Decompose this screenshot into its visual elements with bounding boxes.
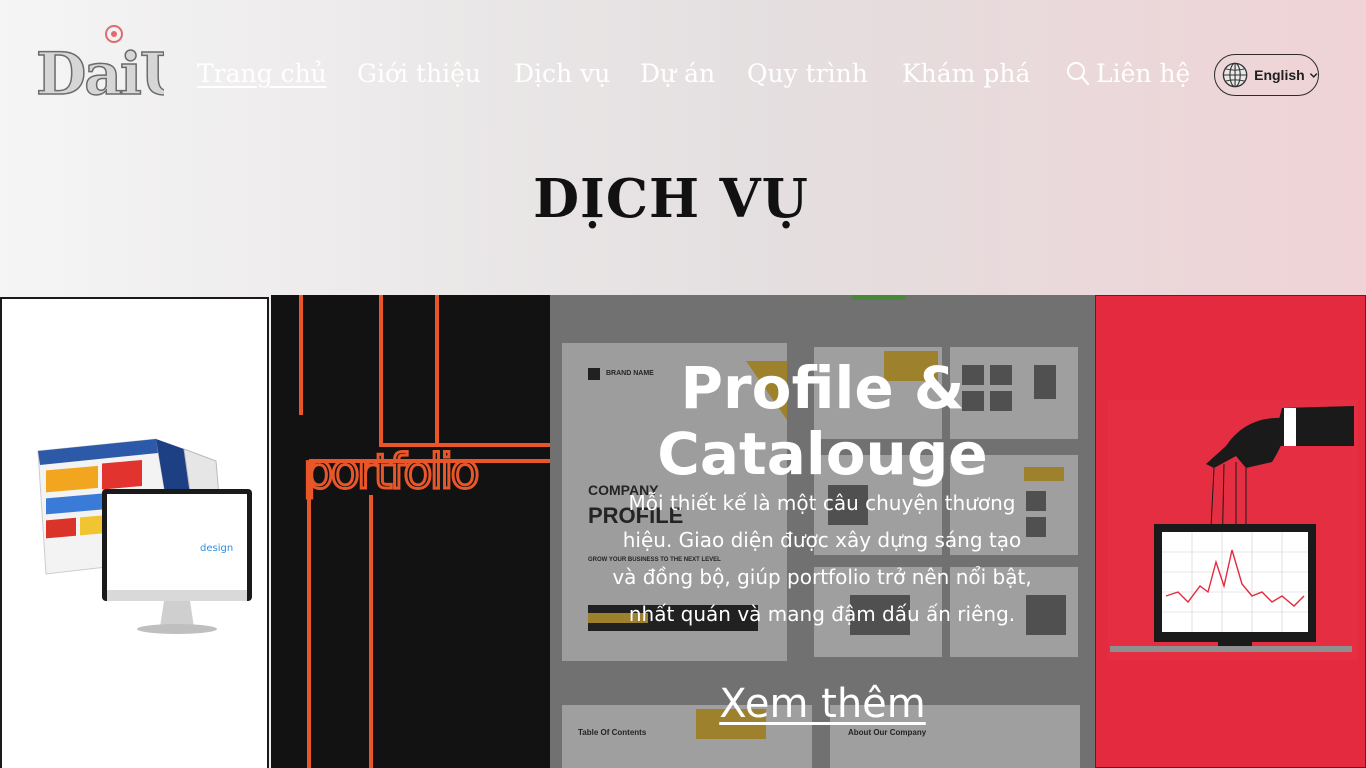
- language-selector[interactable]: English: [1214, 54, 1319, 96]
- globe-icon: [1222, 62, 1248, 88]
- language-label: English: [1254, 67, 1305, 83]
- nav-lien-he[interactable]: Liên hệ: [1096, 56, 1190, 92]
- chevron-down-icon: [1309, 73, 1318, 78]
- nav-gioi-thieu[interactable]: Giới thiệu: [357, 56, 481, 92]
- service-card-portfolio[interactable]: portfolio: [271, 295, 550, 768]
- service-card-profile-catalogue[interactable]: BRAND NAME COMPANY PROFILE GROW YOUR BUS…: [550, 295, 1095, 768]
- svg-text:portfolio: portfolio: [303, 444, 477, 500]
- service-card-web-design[interactable]: design: [0, 297, 269, 768]
- search-icon[interactable]: [1066, 61, 1090, 87]
- dalu-logo[interactable]: DaiU: [34, 24, 164, 100]
- portfolio-illustration: portfolio: [299, 295, 550, 768]
- svg-text:design: design: [200, 543, 233, 554]
- see-more-link[interactable]: Xem thêm: [550, 681, 1095, 727]
- nav-quy-trinh[interactable]: Quy trình: [747, 56, 868, 92]
- svg-text:DaiU: DaiU: [36, 40, 164, 100]
- puppet-chart-illustration: [1096, 296, 1365, 767]
- nav-trang-chu[interactable]: Trang chủ: [197, 56, 327, 92]
- card-title: Profile & Catalouge: [657, 354, 988, 488]
- card-description: Mỗi thiết kế là một câu chuyện thương hi…: [612, 491, 1032, 626]
- web-design-illustration: design: [37, 438, 252, 634]
- page-title: DỊCH VỤ: [533, 168, 809, 230]
- service-card-marketing[interactable]: [1095, 295, 1366, 768]
- nav-dich-vu[interactable]: Dịch vụ: [514, 56, 610, 92]
- nav-du-an[interactable]: Dự án: [640, 56, 715, 92]
- nav-kham-pha[interactable]: Khám phá: [902, 56, 1030, 92]
